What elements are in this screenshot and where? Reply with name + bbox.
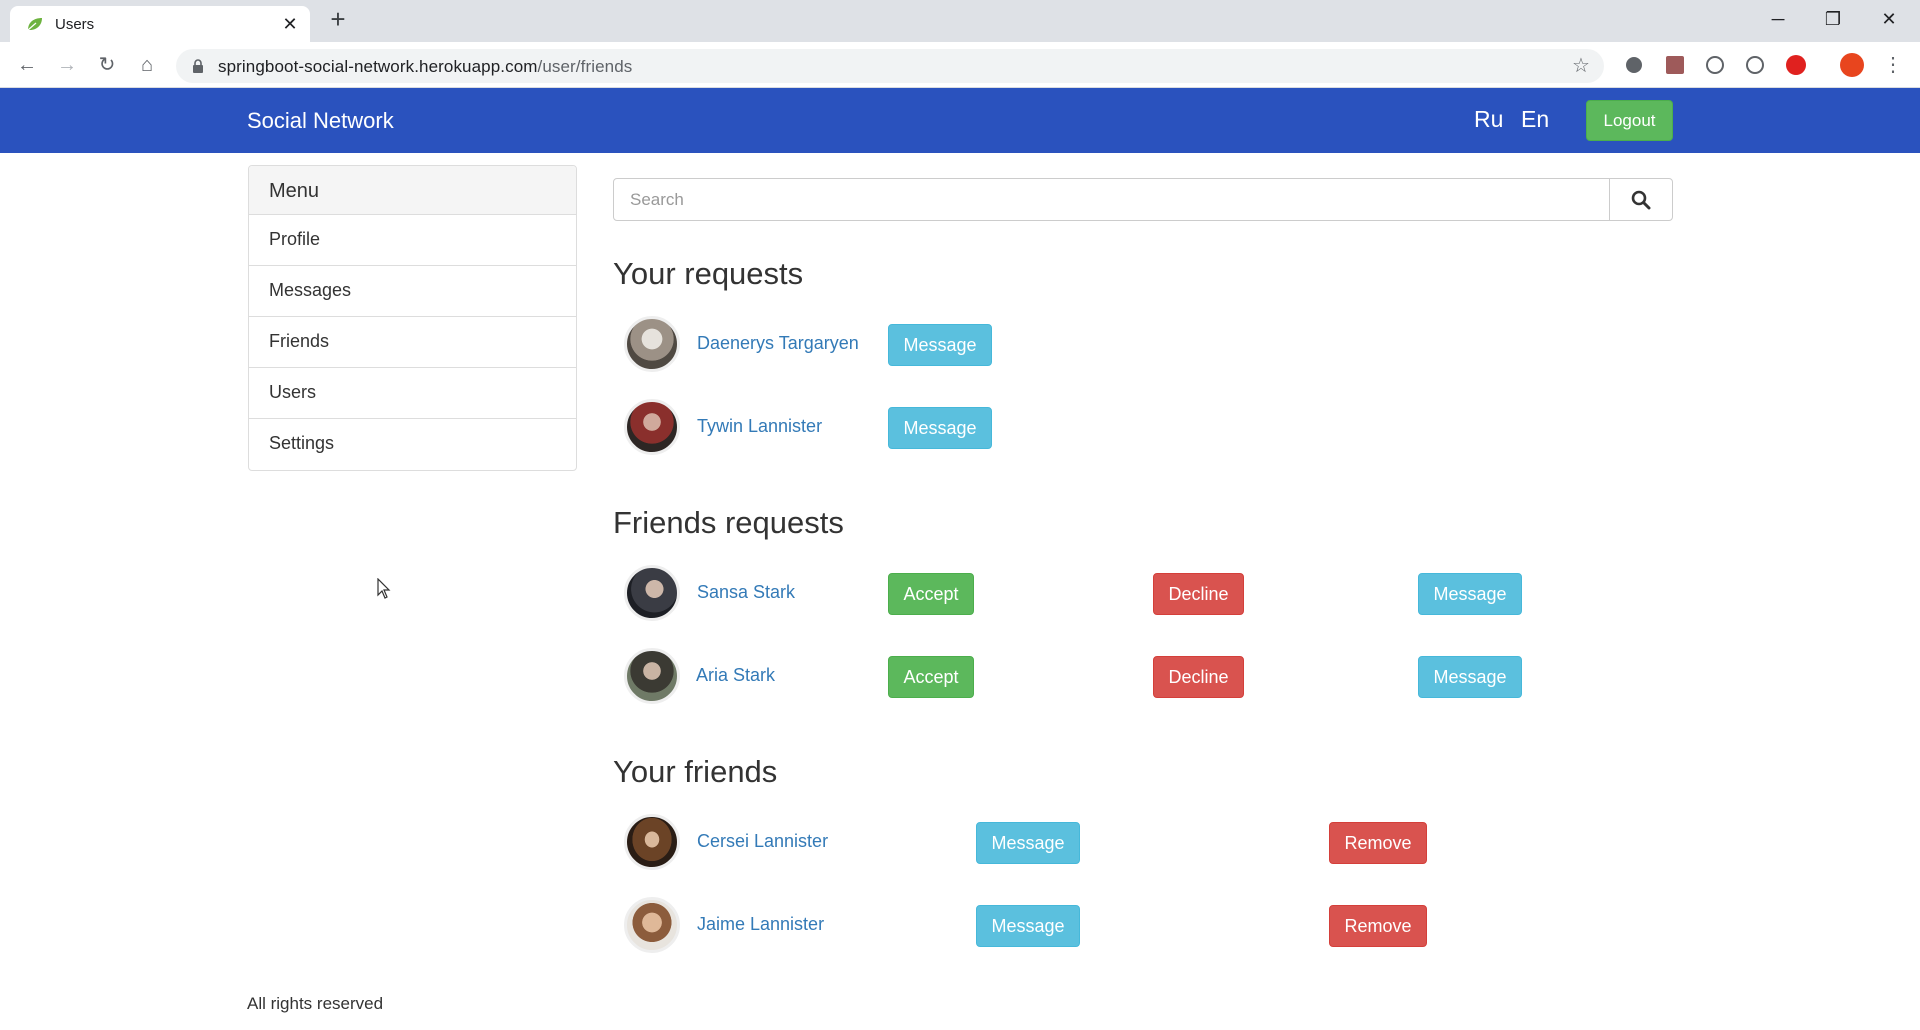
search-bar [613, 178, 1673, 221]
browser-menu-icon[interactable]: ⋮ [1878, 50, 1908, 80]
your-requests-heading: Your requests [613, 256, 804, 291]
menu-item-profile[interactable]: Profile [249, 215, 576, 266]
url-host: springboot-social-network.herokuapp.com [218, 57, 538, 76]
message-button[interactable]: Message [976, 822, 1080, 864]
message-button[interactable]: Message [976, 905, 1080, 947]
back-icon[interactable]: ← [12, 50, 42, 80]
logout-button[interactable]: Logout [1586, 100, 1673, 141]
accept-button[interactable]: Accept [888, 573, 974, 615]
browser-tab[interactable]: Users ✕ [10, 6, 310, 42]
menu-item-messages[interactable]: Messages [249, 266, 576, 317]
extension-code-icon[interactable] [1706, 56, 1724, 74]
avatar-image [624, 648, 680, 704]
forward-icon[interactable]: → [52, 50, 82, 80]
browser-tabbar: Users ✕ + ─ ❐ ✕ [0, 0, 1920, 42]
home-icon[interactable]: ⌂ [132, 50, 162, 80]
avatar-image [624, 316, 680, 372]
footer-text: All rights reserved [247, 994, 384, 1013]
adblock-icon[interactable] [1786, 55, 1806, 75]
user-link-daenerys[interactable]: Daenerys Targaryen [697, 333, 859, 354]
accept-button[interactable]: Accept [888, 656, 974, 698]
message-button[interactable]: Message [888, 324, 992, 366]
tab-title: Users [55, 16, 95, 33]
star-icon[interactable]: ☆ [1570, 55, 1592, 77]
window-close-icon[interactable]: ✕ [1866, 4, 1912, 34]
new-tab-button[interactable]: + [325, 6, 351, 33]
avatar-image [624, 565, 680, 621]
avatar-image [624, 897, 680, 953]
avatar[interactable] [624, 814, 680, 870]
search-input[interactable] [614, 179, 1609, 220]
message-button[interactable]: Message [1418, 656, 1522, 698]
reload-icon[interactable]: ↻ [92, 50, 122, 80]
tab-close-icon[interactable]: ✕ [280, 14, 300, 34]
lang-ru-link[interactable]: Ru [1474, 106, 1503, 133]
message-button[interactable]: Message [888, 407, 992, 449]
decline-button[interactable]: Decline [1153, 656, 1244, 698]
lang-en-link[interactable]: En [1521, 106, 1549, 133]
restore-icon[interactable]: ❐ [1810, 4, 1856, 34]
address-bar[interactable]: springboot-social-network.herokuapp.com/… [176, 49, 1604, 83]
remove-button[interactable]: Remove [1329, 822, 1427, 864]
url-text: springboot-social-network.herokuapp.com/… [218, 57, 632, 77]
decline-button[interactable]: Decline [1153, 573, 1244, 615]
menu-title: Menu [249, 166, 576, 215]
menu-item-friends[interactable]: Friends [249, 317, 576, 368]
avatar[interactable] [624, 565, 680, 621]
search-button[interactable] [1609, 179, 1672, 220]
avatar[interactable] [624, 316, 680, 372]
sidebar-menu: Menu Profile Messages Friends Users Sett… [248, 165, 577, 471]
user-link-tywin[interactable]: Tywin Lannister [697, 416, 822, 437]
extension-globe-icon[interactable] [1746, 56, 1764, 74]
friends-requests-heading: Friends requests [613, 505, 844, 540]
site-navbar: Social Network Ru En Logout [0, 88, 1920, 153]
profile-avatar-icon[interactable] [1840, 53, 1864, 77]
leaf-icon [27, 18, 42, 31]
menu-item-users[interactable]: Users [249, 368, 576, 419]
pdf-extension-icon[interactable] [1666, 56, 1684, 74]
url-path: /user/friends [537, 57, 633, 76]
user-link-cersei[interactable]: Cersei Lannister [697, 831, 828, 852]
avatar[interactable] [624, 648, 680, 704]
avatar-image [624, 399, 680, 455]
mouse-cursor-icon [377, 578, 391, 599]
avatar[interactable] [624, 399, 680, 455]
search-icon [1631, 190, 1651, 210]
message-button[interactable]: Message [1418, 573, 1522, 615]
user-link-aria[interactable]: Aria Stark [696, 665, 775, 686]
remove-button[interactable]: Remove [1329, 905, 1427, 947]
lock-icon [193, 59, 203, 73]
minimize-icon[interactable]: ─ [1755, 4, 1801, 34]
your-friends-heading: Your friends [613, 754, 778, 789]
user-link-jaime[interactable]: Jaime Lannister [697, 914, 824, 935]
avatar-image [624, 814, 680, 870]
avatar[interactable] [624, 897, 680, 953]
brand-link[interactable]: Social Network [247, 108, 394, 134]
extension-dark-icon[interactable] [1626, 57, 1642, 73]
user-link-sansa[interactable]: Sansa Stark [697, 582, 795, 603]
menu-item-settings[interactable]: Settings [249, 419, 576, 470]
